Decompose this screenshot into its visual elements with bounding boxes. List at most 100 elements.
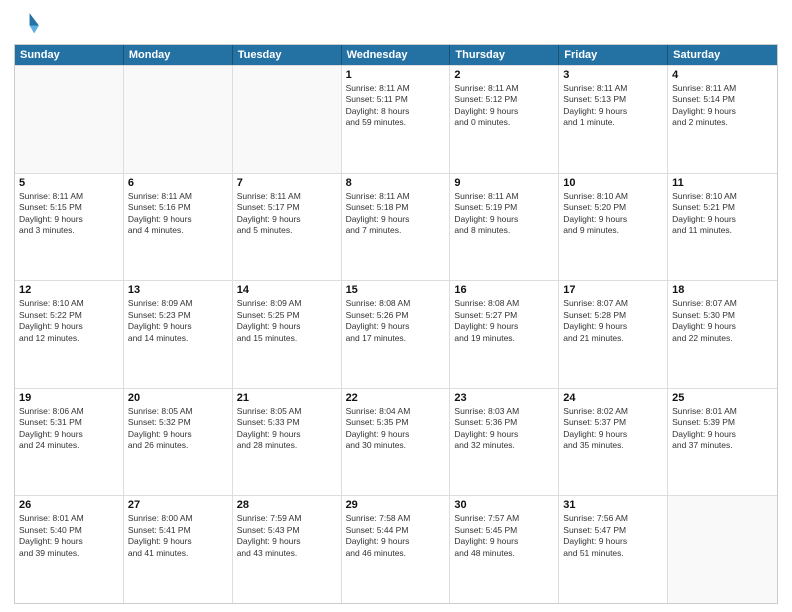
cell-text: Daylight: 9 hours: [237, 429, 337, 440]
cell-text: Sunrise: 7:58 AM: [346, 513, 446, 524]
day-number: 8: [346, 177, 446, 189]
calendar-cell-r1-c5: 10Sunrise: 8:10 AMSunset: 5:20 PMDayligh…: [559, 174, 668, 281]
cell-text: Sunset: 5:44 PM: [346, 525, 446, 536]
logo: [14, 10, 46, 38]
cell-text: Daylight: 9 hours: [19, 536, 119, 547]
cell-text: Sunrise: 8:10 AM: [672, 191, 773, 202]
cell-text: and 11 minutes.: [672, 225, 773, 236]
cell-text: Daylight: 9 hours: [237, 321, 337, 332]
day-number: 23: [454, 392, 554, 404]
cell-text: Daylight: 9 hours: [563, 536, 663, 547]
cell-text: Sunrise: 8:01 AM: [672, 406, 773, 417]
day-number: 16: [454, 284, 554, 296]
cell-text: and 12 minutes.: [19, 333, 119, 344]
cell-text: and 7 minutes.: [346, 225, 446, 236]
calendar-cell-r2-c1: 13Sunrise: 8:09 AMSunset: 5:23 PMDayligh…: [124, 281, 233, 388]
day-number: 27: [128, 499, 228, 511]
cell-text: Sunrise: 8:06 AM: [19, 406, 119, 417]
cell-text: Daylight: 9 hours: [128, 429, 228, 440]
calendar-cell-r2-c6: 18Sunrise: 8:07 AMSunset: 5:30 PMDayligh…: [668, 281, 777, 388]
calendar-cell-r2-c5: 17Sunrise: 8:07 AMSunset: 5:28 PMDayligh…: [559, 281, 668, 388]
cell-text: Sunset: 5:43 PM: [237, 525, 337, 536]
cell-text: and 3 minutes.: [19, 225, 119, 236]
cell-text: Sunset: 5:21 PM: [672, 202, 773, 213]
cell-text: Daylight: 9 hours: [454, 536, 554, 547]
calendar-cell-r0-c0: [15, 66, 124, 173]
cell-text: Sunrise: 8:10 AM: [563, 191, 663, 202]
cell-text: Sunrise: 8:05 AM: [237, 406, 337, 417]
cell-text: and 22 minutes.: [672, 333, 773, 344]
calendar-cell-r3-c0: 19Sunrise: 8:06 AMSunset: 5:31 PMDayligh…: [15, 389, 124, 496]
cell-text: Sunrise: 8:04 AM: [346, 406, 446, 417]
day-number: 3: [563, 69, 663, 81]
day-number: 17: [563, 284, 663, 296]
day-number: 26: [19, 499, 119, 511]
cell-text: Sunrise: 8:09 AM: [237, 298, 337, 309]
cell-text: Sunset: 5:39 PM: [672, 417, 773, 428]
day-number: 1: [346, 69, 446, 81]
cell-text: and 43 minutes.: [237, 548, 337, 559]
cell-text: Sunset: 5:28 PM: [563, 310, 663, 321]
cell-text: Sunset: 5:14 PM: [672, 94, 773, 105]
day-number: 12: [19, 284, 119, 296]
cell-text: and 14 minutes.: [128, 333, 228, 344]
calendar-cell-r4-c0: 26Sunrise: 8:01 AMSunset: 5:40 PMDayligh…: [15, 496, 124, 603]
cell-text: Sunrise: 7:59 AM: [237, 513, 337, 524]
header-cell-wednesday: Wednesday: [342, 45, 451, 65]
cell-text: Sunrise: 8:08 AM: [346, 298, 446, 309]
cell-text: Sunrise: 8:11 AM: [128, 191, 228, 202]
cell-text: and 30 minutes.: [346, 440, 446, 451]
cell-text: and 1 minute.: [563, 117, 663, 128]
cell-text: and 0 minutes.: [454, 117, 554, 128]
cell-text: and 51 minutes.: [563, 548, 663, 559]
cell-text: Sunset: 5:36 PM: [454, 417, 554, 428]
cell-text: Sunset: 5:20 PM: [563, 202, 663, 213]
cell-text: Sunrise: 8:03 AM: [454, 406, 554, 417]
cell-text: Sunrise: 8:11 AM: [237, 191, 337, 202]
cell-text: and 28 minutes.: [237, 440, 337, 451]
cell-text: Sunrise: 8:11 AM: [346, 191, 446, 202]
day-number: 2: [454, 69, 554, 81]
cell-text: Daylight: 9 hours: [346, 214, 446, 225]
day-number: 22: [346, 392, 446, 404]
cell-text: Daylight: 9 hours: [346, 429, 446, 440]
cell-text: Sunset: 5:26 PM: [346, 310, 446, 321]
day-number: 19: [19, 392, 119, 404]
cell-text: Sunset: 5:45 PM: [454, 525, 554, 536]
day-number: 10: [563, 177, 663, 189]
cell-text: Sunrise: 8:11 AM: [454, 191, 554, 202]
header-cell-friday: Friday: [559, 45, 668, 65]
calendar-cell-r3-c3: 22Sunrise: 8:04 AMSunset: 5:35 PMDayligh…: [342, 389, 451, 496]
cell-text: Sunrise: 8:10 AM: [19, 298, 119, 309]
cell-text: and 37 minutes.: [672, 440, 773, 451]
cell-text: Sunset: 5:18 PM: [346, 202, 446, 213]
calendar-cell-r3-c2: 21Sunrise: 8:05 AMSunset: 5:33 PMDayligh…: [233, 389, 342, 496]
cell-text: Sunset: 5:30 PM: [672, 310, 773, 321]
cell-text: Daylight: 9 hours: [237, 536, 337, 547]
cell-text: Daylight: 9 hours: [128, 214, 228, 225]
cell-text: and 48 minutes.: [454, 548, 554, 559]
day-number: 24: [563, 392, 663, 404]
day-number: 5: [19, 177, 119, 189]
calendar-cell-r4-c5: 31Sunrise: 7:56 AMSunset: 5:47 PMDayligh…: [559, 496, 668, 603]
calendar-cell-r0-c3: 1Sunrise: 8:11 AMSunset: 5:11 PMDaylight…: [342, 66, 451, 173]
cell-text: Sunrise: 8:09 AM: [128, 298, 228, 309]
cell-text: Daylight: 9 hours: [672, 321, 773, 332]
day-number: 29: [346, 499, 446, 511]
cell-text: Daylight: 9 hours: [19, 429, 119, 440]
calendar-cell-r1-c4: 9Sunrise: 8:11 AMSunset: 5:19 PMDaylight…: [450, 174, 559, 281]
cell-text: Daylight: 9 hours: [672, 214, 773, 225]
cell-text: Daylight: 9 hours: [454, 429, 554, 440]
day-number: 21: [237, 392, 337, 404]
cell-text: and 21 minutes.: [563, 333, 663, 344]
cell-text: Daylight: 9 hours: [454, 106, 554, 117]
cell-text: Sunrise: 8:11 AM: [672, 83, 773, 94]
calendar-cell-r2-c3: 15Sunrise: 8:08 AMSunset: 5:26 PMDayligh…: [342, 281, 451, 388]
calendar-cell-r0-c6: 4Sunrise: 8:11 AMSunset: 5:14 PMDaylight…: [668, 66, 777, 173]
cell-text: Daylight: 9 hours: [346, 321, 446, 332]
cell-text: Daylight: 9 hours: [19, 321, 119, 332]
cell-text: Sunrise: 8:07 AM: [672, 298, 773, 309]
cell-text: and 59 minutes.: [346, 117, 446, 128]
calendar-cell-r0-c5: 3Sunrise: 8:11 AMSunset: 5:13 PMDaylight…: [559, 66, 668, 173]
cell-text: and 19 minutes.: [454, 333, 554, 344]
